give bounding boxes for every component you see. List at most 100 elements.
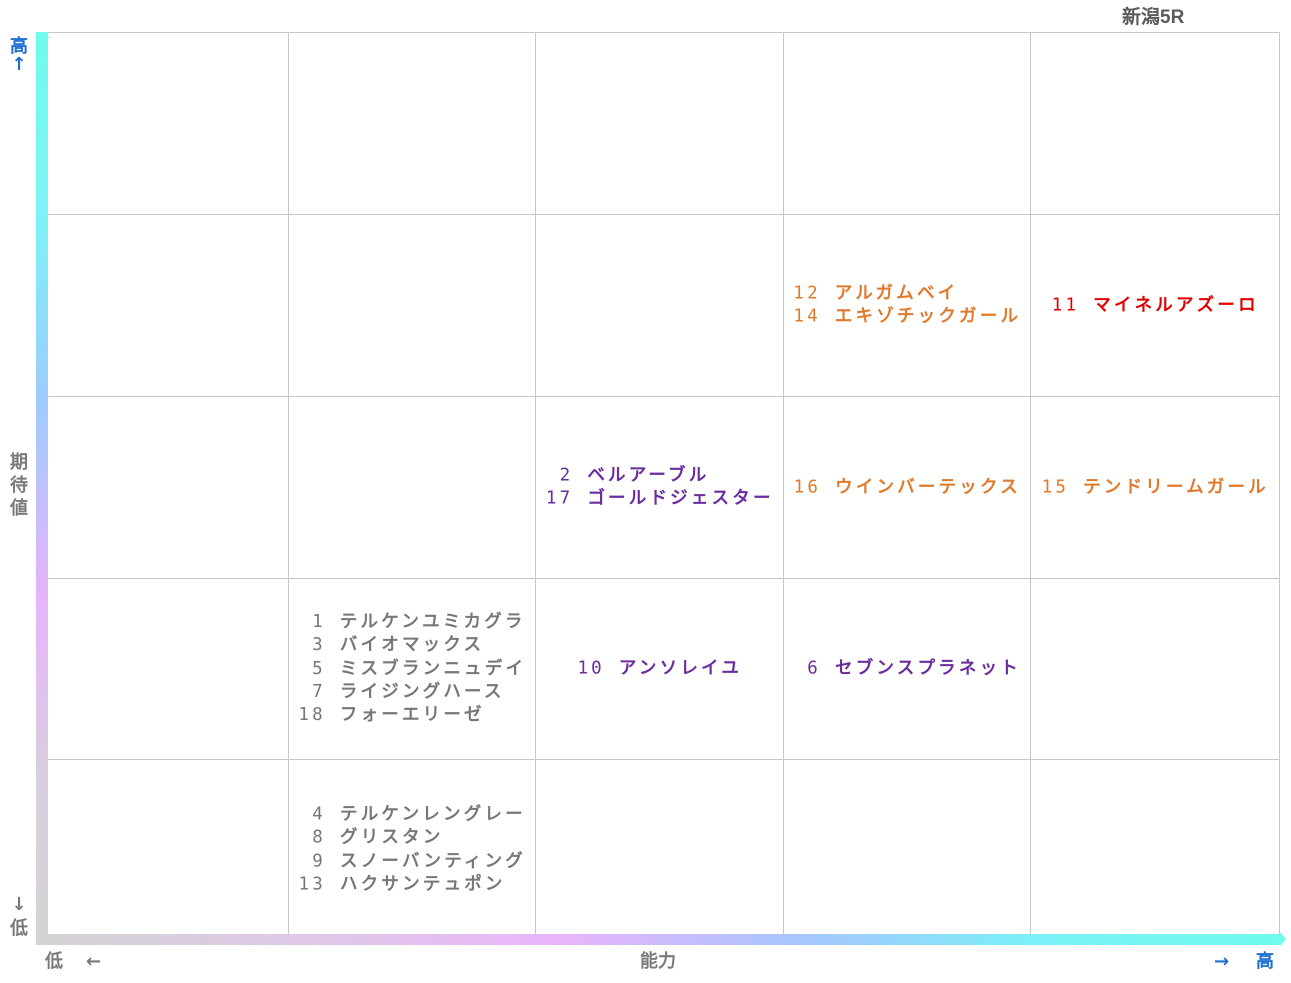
horse-number: 9 xyxy=(312,851,327,871)
grid-cell xyxy=(42,759,289,940)
x-axis-title: 能力 xyxy=(640,951,676,972)
horse-entry: 17 ゴールドジェスター xyxy=(545,488,773,511)
x-right-arrow-icon: → xyxy=(1214,951,1230,972)
horse-list: 6 セブンスプラネット xyxy=(793,657,1021,680)
horse-name: ミスブランニュデイ xyxy=(339,658,527,679)
y-axis-arrowhead xyxy=(34,32,50,38)
horse-entry: 1 テルケンユミカグラ xyxy=(298,611,526,634)
rating-grid: 4 テルケンレングレー 8 グリスタン 9 スノーバンティング 13 ハクサンテュポン 1 テルケ… xyxy=(42,32,1280,940)
horse-number: 6 xyxy=(807,658,822,679)
horse-number: 3 xyxy=(312,635,326,656)
horse-entry: 14 エキゾチックガール xyxy=(793,306,1021,329)
horse-name: バイオマックス xyxy=(339,635,485,656)
grid-cell: 4 テルケンレングレー 8 グリスタン 9 スノーバンティング 13 ハクサンテュポン xyxy=(289,759,536,940)
horse-name: ウインバーテックス xyxy=(835,476,1021,497)
y-down-arrow-icon: ↓ xyxy=(11,894,27,915)
horse-number: 17 xyxy=(545,488,574,509)
x-low-label: 低 xyxy=(45,951,63,972)
horse-list: 2 ベルアーブル 17 ゴールドジェスター xyxy=(545,464,773,511)
horse-entry: 9 スノーバンティング xyxy=(298,850,526,873)
grid-cell xyxy=(1031,32,1280,214)
horse-name: ベルアーブル xyxy=(587,465,710,486)
horse-name: ゴールドジェスター xyxy=(587,488,774,509)
horse-entry: 12 アルガムベイ xyxy=(793,282,1021,305)
horse-entry: 16 ウインバーテックス xyxy=(793,476,1021,499)
horse-name: アンソレイユ xyxy=(618,658,743,679)
grid-cell xyxy=(1031,759,1280,940)
horse-name: マイネルアズーロ xyxy=(1093,294,1259,315)
horse-name: テルケンレングレー xyxy=(340,804,526,825)
y-axis-title-text: 期待値 xyxy=(8,451,30,520)
horse-list: 16 ウインバーテックス xyxy=(793,476,1021,499)
horse-number: 15 xyxy=(1041,476,1070,497)
grid-cell xyxy=(42,578,289,759)
horse-entry: 6 セブンスプラネット xyxy=(793,657,1021,680)
grid-cell: 6 セブンスプラネット xyxy=(784,578,1031,759)
horse-group: 1 テルケンユミカグラ 3 バイオマックス 5 ミスブランニュデイ 7 ライジングハース 18 フ… xyxy=(289,611,535,727)
horse-name: テルケンユミカグラ xyxy=(339,611,526,632)
grid-cell xyxy=(536,214,784,396)
grid-cell: 1 テルケンユミカグラ 3 バイオマックス 5 ミスブランニュデイ 7 ライジングハース 18 フ… xyxy=(289,578,536,759)
horse-list: 1 テルケンユミカグラ 3 バイオマックス 5 ミスブランニュデイ 7 ライジングハース 18 フ… xyxy=(298,611,526,727)
grid-cell xyxy=(536,759,784,940)
x-axis-bar xyxy=(36,934,1280,945)
y-axis-title-char: 値 xyxy=(10,498,28,519)
horse-entry: 11 マイネルアズーロ xyxy=(1051,294,1259,317)
horse-group: 10 アンソレイユ xyxy=(536,657,783,680)
horse-number: 5 xyxy=(312,658,326,679)
horse-number: 13 xyxy=(298,874,327,895)
horse-number: 1 xyxy=(312,611,326,632)
y-up-arrow-icon: ↑ xyxy=(11,54,27,75)
grid-cell xyxy=(289,214,536,396)
horse-name: スノーバンティング xyxy=(340,851,526,871)
x-high-label: 高 xyxy=(1256,951,1274,972)
horse-number: 10 xyxy=(577,658,605,679)
horse-group: 12 アルガムベイ 14 エキゾチックガール xyxy=(784,282,1030,329)
horse-list: 15 テンドリームガール xyxy=(1041,476,1269,499)
horse-entry: 10 アンソレイユ xyxy=(577,657,742,680)
horse-number: 18 xyxy=(298,704,326,725)
horse-entry: 15 テンドリームガール xyxy=(1041,476,1269,499)
horse-group: 11 マイネルアズーロ xyxy=(1031,294,1279,317)
x-left-arrow-icon: ← xyxy=(86,951,102,972)
grid-cell xyxy=(42,214,289,396)
horse-list: 11 マイネルアズーロ xyxy=(1051,294,1259,317)
grid-cell xyxy=(784,759,1031,940)
horse-number: 14 xyxy=(793,306,821,327)
horse-entry: 5 ミスブランニュデイ xyxy=(298,657,526,680)
y-axis-title-char: 待 xyxy=(10,475,28,496)
horse-group: 6 セブンスプラネット xyxy=(784,657,1030,680)
y-axis-title-char: 期 xyxy=(10,452,28,473)
horse-entry: 8 グリスタン xyxy=(298,827,526,850)
horse-number: 16 xyxy=(793,476,822,497)
grid-cell: 10 アンソレイユ xyxy=(536,578,784,759)
grid-cell xyxy=(1031,578,1280,759)
horse-name: ハクサンテュポン xyxy=(340,874,506,895)
horse-list: 10 アンソレイユ xyxy=(577,657,742,680)
horse-group: 16 ウインバーテックス xyxy=(784,476,1030,499)
grid-cell xyxy=(784,32,1031,214)
horse-number: 2 xyxy=(559,465,574,486)
horse-entry: 4 テルケンレングレー xyxy=(298,803,526,826)
horse-number: 8 xyxy=(312,827,327,848)
horse-entry: 18 フォーエリーゼ xyxy=(298,704,526,727)
horse-name: フォーエリーゼ xyxy=(339,704,485,725)
grid-cell: 11 マイネルアズーロ xyxy=(1031,214,1280,396)
grid-cell: 12 アルガムベイ 14 エキゾチックガール xyxy=(784,214,1031,396)
horse-name: ライジングハース xyxy=(339,681,505,702)
horse-group: 15 テンドリームガール xyxy=(1031,476,1279,499)
grid-cell xyxy=(42,32,289,214)
horse-number: 7 xyxy=(312,681,326,702)
horse-entry: 3 バイオマックス xyxy=(298,634,526,657)
horse-number: 4 xyxy=(312,804,327,825)
grid-cell xyxy=(536,32,784,214)
horse-entry: 7 ライジングハース xyxy=(298,681,526,704)
horse-group: 4 テルケンレングレー 8 グリスタン 9 スノーバンティング 13 ハクサンテュポン xyxy=(289,803,535,896)
horse-name: アルガムベイ xyxy=(834,283,959,304)
grid-cell: 2 ベルアーブル 17 ゴールドジェスター xyxy=(536,396,784,578)
grid-cell xyxy=(42,396,289,578)
y-axis-title: 期待値 xyxy=(8,451,30,520)
horse-name: テンドリームガール xyxy=(1083,476,1269,497)
horse-list: 12 アルガムベイ 14 エキゾチックガール xyxy=(793,282,1021,329)
horse-entry: 2 ベルアーブル xyxy=(545,464,773,487)
